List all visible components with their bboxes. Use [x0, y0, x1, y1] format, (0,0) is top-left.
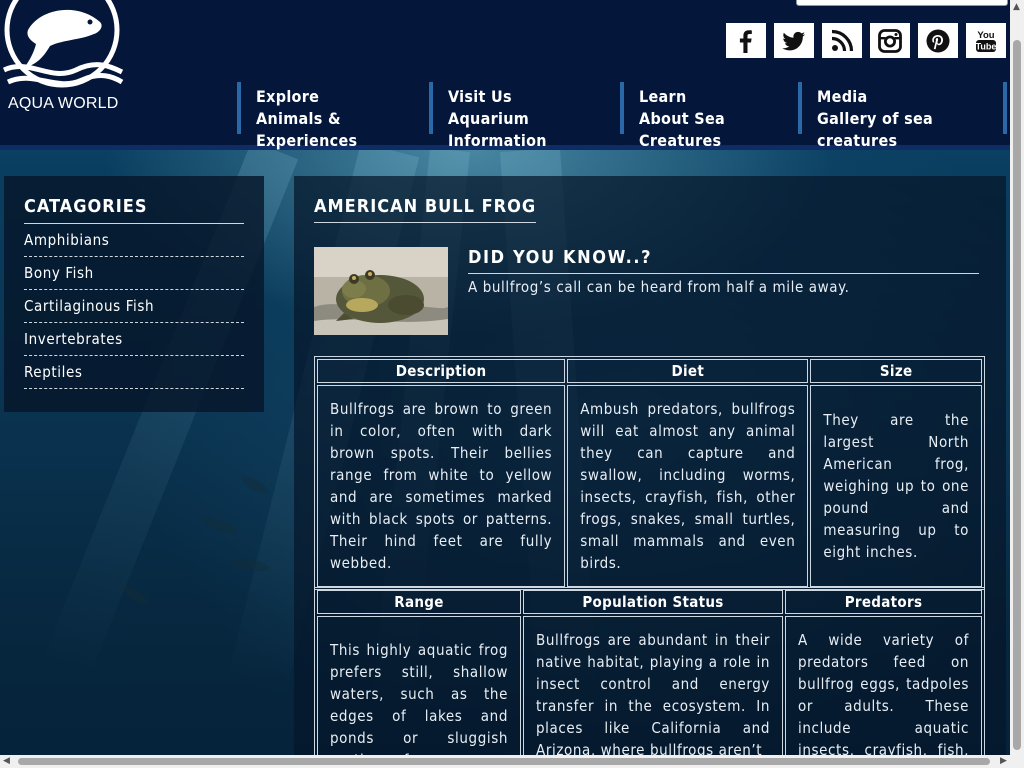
twitter-link[interactable]	[774, 23, 814, 58]
horizontal-scroll-thumb[interactable]	[18, 758, 990, 765]
scroll-left-arrow-icon[interactable]: ◀	[3, 756, 10, 766]
vertical-scrollbar[interactable]: ▲	[1010, 0, 1024, 755]
categories-sidebar: CATAGORIES Amphibians Bony Fish Cartilag…	[4, 176, 264, 412]
instagram-link[interactable]	[870, 23, 910, 58]
diet-cell: Ambush predators, bullfrogs will eat alm…	[567, 385, 809, 587]
nav-title: Learn	[639, 87, 687, 106]
nav-subtitle: About Sea Creatures	[639, 109, 726, 150]
fish-silhouette	[119, 582, 151, 608]
fish-wave-logo-icon	[2, 0, 124, 88]
youtube-link[interactable]: You Tube	[966, 23, 1006, 58]
predators-cell: A wide variety of predators feed on bull…	[785, 616, 982, 755]
youtube-label-bottom: Tube	[976, 41, 997, 51]
population-status-cell: Bullfrogs are abundant in their native h…	[523, 616, 783, 755]
column-header-diet: Diet	[567, 359, 809, 383]
range-cell: This highly aquatic frog prefers still, …	[317, 616, 521, 755]
nav-subtitle: Gallery of sea creatures	[817, 109, 934, 150]
scroll-up-arrow-icon[interactable]: ▲	[1013, 2, 1020, 12]
site-header: AQUA WORLD You Tube Explore Animals & Ex…	[0, 0, 1010, 150]
nav-item-learn[interactable]: Learn About Sea Creatures	[620, 82, 798, 150]
aqua-world-logo[interactable]: AQUA WORLD	[0, 0, 130, 120]
description-cell: Bullfrogs are brown to green in color, o…	[317, 385, 566, 587]
table-header-row: Range Population Status Predators	[317, 590, 982, 614]
column-header-population-status: Population Status	[523, 590, 783, 614]
brand-name: AQUA WORLD	[8, 95, 119, 112]
fish-silhouette	[199, 513, 239, 537]
nav-item-explore[interactable]: Explore Animals & Experiences	[237, 82, 430, 150]
facebook-icon	[739, 29, 752, 53]
did-you-know-title: DID YOU KNOW..?	[468, 247, 979, 274]
page-background: AQUA WORLD You Tube Explore Animals & Ex…	[0, 0, 1010, 755]
social-links: You Tube	[726, 23, 1006, 58]
category-item-cartilaginous-fish[interactable]: Cartilaginous Fish	[24, 290, 244, 323]
vertical-scroll-thumb[interactable]	[1013, 40, 1021, 750]
animal-detail-panel: AMERICAN BULL FROG DID YOU KNOW..? A bul…	[294, 176, 1006, 755]
table-row: Bullfrogs are brown to green in color, o…	[317, 385, 982, 587]
fish-silhouette	[239, 473, 271, 497]
nav-subtitle: Animals & Experiences	[256, 109, 358, 150]
facts-table-2: Range Population Status Predators This h…	[314, 587, 985, 755]
youtube-label-top: You	[977, 30, 994, 41]
facebook-link[interactable]	[726, 23, 766, 58]
page-title: AMERICAN BULL FROG	[314, 196, 537, 223]
category-list: Amphibians Bony Fish Cartilaginous Fish …	[24, 224, 244, 389]
pinterest-link[interactable]	[918, 23, 958, 58]
column-header-predators: Predators	[785, 590, 982, 614]
nav-title: Visit Us	[448, 87, 512, 106]
bullfrog-photo	[314, 247, 448, 335]
column-header-range: Range	[317, 590, 521, 614]
nav-title: Media	[817, 87, 868, 106]
category-item-invertebrates[interactable]: Invertebrates	[24, 323, 244, 356]
facts-table-1: Description Diet Size Bullfrogs are brow…	[314, 356, 985, 590]
instagram-icon	[878, 28, 902, 53]
nav-title: Explore	[256, 87, 320, 106]
search-input[interactable]	[796, 0, 1008, 6]
pinterest-icon	[926, 29, 950, 52]
twitter-icon	[782, 31, 805, 50]
scroll-right-arrow-icon[interactable]: ▶	[1000, 756, 1007, 766]
category-item-bony-fish[interactable]: Bony Fish	[24, 257, 244, 290]
sidebar-title: CATAGORIES	[24, 196, 244, 224]
did-you-know-box: DID YOU KNOW..? A bullfrog’s call can be…	[468, 247, 979, 296]
category-item-reptiles[interactable]: Reptiles	[24, 356, 244, 389]
column-header-size: Size	[810, 359, 982, 383]
table-header-row: Description Diet Size	[317, 359, 982, 383]
column-header-description: Description	[317, 359, 566, 383]
rss-link[interactable]	[822, 23, 862, 58]
nav-item-visit-us[interactable]: Visit Us Aquarium Information	[429, 82, 620, 150]
nav-item-media[interactable]: Media Gallery of sea creatures	[798, 82, 1007, 150]
category-item-amphibians[interactable]: Amphibians	[24, 224, 244, 257]
rss-icon	[831, 29, 854, 51]
did-you-know-text: A bullfrog’s call can be heard from half…	[468, 278, 850, 296]
nav-subtitle: Aquarium Information	[448, 109, 547, 150]
horizontal-scrollbar[interactable]: ◀ ▶	[0, 755, 1024, 768]
size-cell: They are the largest North American frog…	[810, 385, 982, 587]
table-row: This highly aquatic frog prefers still, …	[317, 616, 982, 755]
youtube-icon: You Tube	[976, 30, 997, 52]
